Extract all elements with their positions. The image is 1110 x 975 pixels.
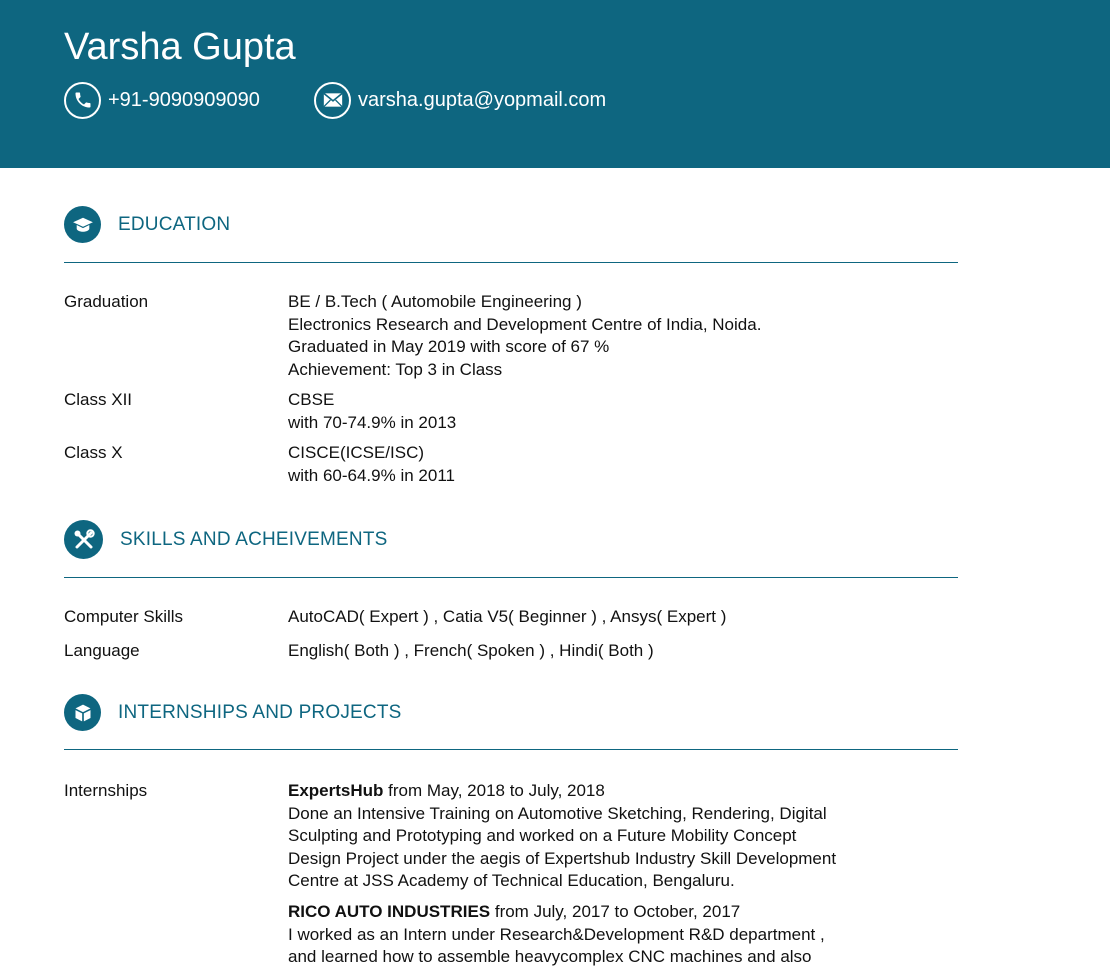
- internship-line: Sculpting and Prototyping and worked on …: [288, 826, 797, 845]
- internship-line: and learned how to assemble heavycomplex…: [288, 947, 812, 966]
- internship-period: from July, 2017 to October, 2017: [490, 902, 741, 921]
- skills-label: Language: [64, 641, 140, 660]
- education-line: with 60-64.9% in 2011: [288, 465, 455, 485]
- phone-icon: [64, 81, 101, 119]
- section-title: INTERNSHIPS AND PROJECTS: [118, 701, 402, 723]
- education-value: BE / B.Tech ( Automobile Engineering ) E…: [288, 291, 888, 381]
- education-line: Graduated in May 2019 with score of 67 %: [288, 337, 610, 356]
- education-line: Electronics Research and Development Cen…: [288, 314, 762, 334]
- education-line: CISCE(ICSE/ISC): [288, 443, 425, 462]
- section-divider: [64, 577, 958, 578]
- section-title: SKILLS AND ACHEIVEMENTS: [120, 528, 388, 550]
- internship-heading: ExpertsHub from May, 2018 to July, 2018: [288, 780, 888, 803]
- internship-period: from May, 2018 to July, 2018: [383, 781, 605, 800]
- company-name: RICO AUTO INDUSTRIES: [288, 902, 491, 921]
- internship-line: I worked as an Intern under Research&Dev…: [288, 924, 825, 944]
- email-address[interactable]: varsha.gupta@yopmail.com: [358, 89, 606, 112]
- cube-icon: [64, 694, 101, 731]
- tools-icon: [64, 520, 103, 559]
- header-banner: Varsha Gupta +91-9090909090 varsha.gupta…: [0, 0, 1110, 168]
- internship-entry: RICO AUTO INDUSTRIES from July, 2017 to …: [288, 901, 888, 969]
- email-contact: varsha.gupta@yopmail.com: [314, 80, 606, 120]
- company-name: ExpertsHub: [288, 781, 384, 800]
- education-label: Class XII: [64, 390, 133, 409]
- education-heading: EDUCATION: [64, 206, 230, 243]
- skills-value: AutoCAD( Expert ) , Catia V5( Beginner )…: [288, 607, 727, 626]
- education-line: Achievement: Top 3 in Class: [288, 359, 503, 379]
- section-title: EDUCATION: [118, 213, 231, 235]
- education-label: Graduation: [64, 292, 149, 311]
- education-label: Class X: [64, 443, 123, 462]
- education-line: CBSE: [288, 390, 335, 409]
- internship-entry: ExpertsHub from May, 2018 to July, 2018 …: [288, 780, 888, 893]
- skills-value: English( Both ) , French( Spoken ) , Hin…: [288, 641, 654, 660]
- skills-label: Computer Skills: [64, 607, 184, 626]
- graduation-cap-icon: [64, 206, 101, 243]
- section-divider: [64, 749, 958, 750]
- internship-line: Design Project under the aegis of Expert…: [288, 848, 837, 868]
- internship-line: Done an Intensive Training on Automotive…: [288, 803, 827, 823]
- education-line: with 70-74.9% in 2013: [288, 412, 457, 432]
- internship-line: Centre at JSS Academy of Technical Educa…: [288, 871, 735, 890]
- skills-heading: SKILLS AND ACHEIVEMENTS: [64, 520, 388, 559]
- education-line: BE / B.Tech ( Automobile Engineering ): [288, 292, 582, 311]
- envelope-icon: [314, 81, 351, 119]
- phone-contact: +91-9090909090: [64, 80, 260, 120]
- education-value: CISCE(ICSE/ISC) with 60-64.9% in 2011: [288, 442, 888, 487]
- internships-heading: INTERNSHIPS AND PROJECTS: [64, 694, 402, 731]
- candidate-name: Varsha Gupta: [64, 26, 296, 68]
- internship-heading: RICO AUTO INDUSTRIES from July, 2017 to …: [288, 901, 888, 924]
- internships-label: Internships: [64, 781, 148, 800]
- section-divider: [64, 262, 958, 263]
- phone-number[interactable]: +91-9090909090: [108, 89, 260, 112]
- education-value: CBSE with 70-74.9% in 2013: [288, 389, 888, 434]
